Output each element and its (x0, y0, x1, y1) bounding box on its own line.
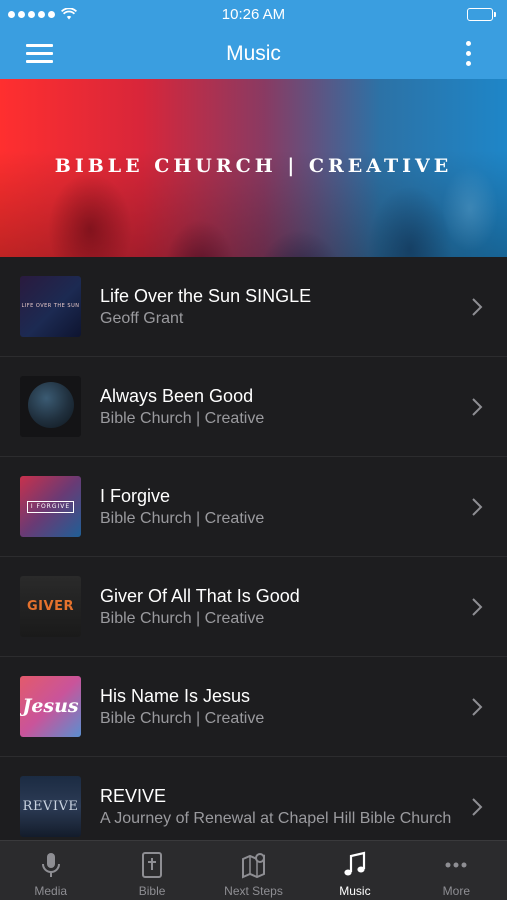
music-list[interactable]: LIFE OVER THE SUN Life Over the Sun SING… (0, 257, 507, 840)
track-subtitle: Bible Church | Creative (100, 409, 265, 427)
more-dots-icon (441, 850, 471, 880)
track-subtitle: Bible Church | Creative (100, 509, 265, 527)
album-art: LIFE OVER THE SUN (20, 276, 81, 337)
track-subtitle: Bible Church | Creative (100, 709, 265, 727)
chevron-right-icon (455, 397, 499, 417)
tab-media[interactable]: Media (0, 841, 101, 900)
tab-label: Bible (138, 884, 166, 898)
album-art-text: GIVER (27, 599, 74, 614)
tab-label: Media (34, 884, 68, 898)
tab-label: Next Steps (224, 884, 283, 898)
more-options-button[interactable] (429, 28, 507, 79)
list-item-text: His Name Is Jesus Bible Church | Creativ… (100, 685, 455, 729)
tab-more[interactable]: More (406, 841, 507, 900)
tab-music[interactable]: Music (304, 841, 405, 900)
list-item-text: Giver Of All That Is Good Bible Church |… (100, 585, 455, 629)
album-art-text: LIFE OVER THE SUN (21, 303, 80, 309)
album-art-text: Jesus (22, 695, 79, 717)
track-title: REVIVE (100, 785, 167, 806)
track-title: Giver Of All That Is Good (100, 585, 300, 606)
album-art: I FORGIVE (20, 476, 81, 537)
album-art (20, 376, 81, 437)
track-subtitle: Geoff Grant (100, 309, 184, 327)
planet-image (28, 382, 74, 428)
track-title: Always Been Good (100, 385, 254, 406)
list-item-text: Always Been Good Bible Church | Creative (100, 385, 455, 429)
list-item[interactable]: Always Been Good Bible Church | Creative (0, 357, 507, 457)
album-art-text: REVIVE (22, 799, 79, 814)
album-art: GIVER (20, 576, 81, 637)
menu-button[interactable] (0, 28, 78, 79)
list-item[interactable]: GIVER Giver Of All That Is Good Bible Ch… (0, 557, 507, 657)
album-art: Jesus (20, 676, 81, 737)
chevron-right-icon (455, 797, 499, 817)
status-left (8, 8, 77, 20)
bible-icon (137, 850, 167, 880)
list-item-text: Life Over the Sun SINGLE Geoff Grant (100, 285, 455, 329)
kebab-menu-icon (465, 41, 471, 66)
tab-label: More (442, 884, 470, 898)
tab-bible[interactable]: Bible (101, 841, 202, 900)
album-art: REVIVE (20, 776, 81, 837)
music-note-icon (340, 850, 370, 880)
hamburger-icon (25, 44, 53, 63)
list-item[interactable]: Jesus His Name Is Jesus Bible Church | C… (0, 657, 507, 757)
status-bar: 10:26 AM (0, 0, 507, 28)
chevron-right-icon (455, 597, 499, 617)
track-title: I Forgive (100, 485, 171, 506)
tab-label: Music (339, 884, 371, 898)
track-subtitle: Bible Church | Creative (100, 609, 265, 627)
list-item[interactable]: LIFE OVER THE SUN Life Over the Sun SING… (0, 257, 507, 357)
list-item[interactable]: REVIVE REVIVE A Journey of Renewal at Ch… (0, 757, 507, 840)
tab-next-steps[interactable]: Next Steps (203, 841, 304, 900)
album-art-text: I FORGIVE (26, 500, 75, 513)
list-item-text: REVIVE A Journey of Renewal at Chapel Hi… (100, 785, 455, 829)
header-banner: BIBLE CHURCH | CREATIVE (0, 79, 507, 257)
tab-bar: Media Bible Next Steps Music More (0, 840, 507, 900)
track-subtitle: A Journey of Renewal at Chapel Hill Bibl… (100, 809, 452, 827)
app-bar: Music (0, 28, 507, 79)
map-pin-icon (239, 850, 269, 880)
signal-strength-icon (8, 10, 55, 18)
chevron-right-icon (455, 697, 499, 717)
microphone-icon (36, 850, 66, 880)
list-item[interactable]: I FORGIVE I Forgive Bible Church | Creat… (0, 457, 507, 557)
banner-title: BIBLE CHURCH | CREATIVE (54, 155, 453, 177)
track-title: Life Over the Sun SINGLE (100, 285, 312, 306)
list-item-text: I Forgive Bible Church | Creative (100, 485, 455, 529)
track-title: His Name Is Jesus (100, 685, 251, 706)
wifi-icon (61, 8, 77, 20)
battery-icon (467, 7, 496, 21)
page-title: Music (226, 41, 281, 65)
chevron-right-icon (455, 297, 499, 317)
chevron-right-icon (455, 497, 499, 517)
